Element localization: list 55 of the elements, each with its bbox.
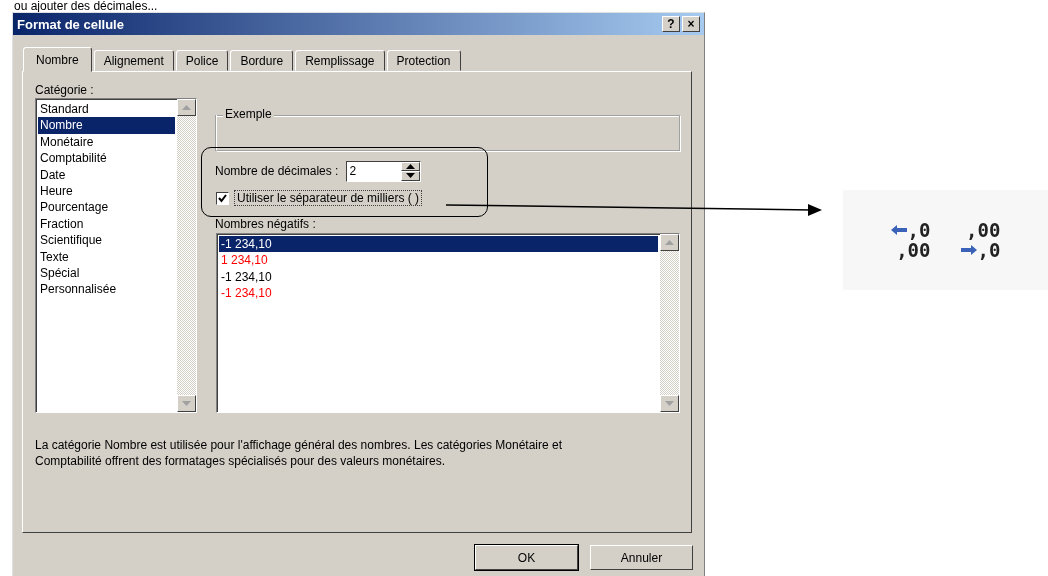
tab[interactable]: Protection (386, 50, 461, 71)
checkbox-label[interactable]: Utiliser le séparateur de milliers ( ) (234, 190, 423, 206)
decimals-label: Nombre de décimales : (215, 164, 339, 178)
category-item[interactable]: Spécial (38, 264, 175, 282)
decimals-value: 2 (348, 162, 358, 180)
cancel-button[interactable]: Annuler (590, 545, 693, 570)
category-item[interactable]: Personnalisée (38, 281, 175, 298)
scrollbar[interactable] (177, 99, 196, 412)
down-arrow-icon (665, 401, 674, 406)
decimals-spinner[interactable]: 2 (346, 160, 422, 182)
category-item[interactable]: Heure (38, 182, 175, 200)
tab[interactable]: Bordure (230, 50, 294, 71)
down-arrow-icon (182, 401, 191, 406)
close-button[interactable]: × (682, 16, 700, 32)
negative-number-item[interactable]: -1 234,10 (219, 236, 658, 253)
checkbox[interactable] (216, 191, 229, 205)
left-arrow-icon (890, 225, 907, 235)
category-item[interactable]: Nombre (38, 117, 175, 134)
scrollbar[interactable] (660, 234, 679, 412)
scroll-up-button[interactable] (660, 234, 679, 251)
up-arrow-icon (665, 240, 674, 245)
category-item[interactable]: Fraction (38, 215, 175, 233)
category-item[interactable]: Scientifique (38, 232, 175, 249)
up-arrow-icon (182, 105, 191, 110)
scroll-down-button[interactable] (177, 395, 196, 412)
negative-number-item[interactable]: -1 234,10 (219, 285, 658, 302)
category-item[interactable]: Pourcentage (38, 199, 175, 216)
right-arrow-icon (960, 245, 977, 255)
category-list[interactable]: Standard Nombre Monétaire Comptabilité Date Heure Pourcentage Fraction Scientifique Texte Spécial Personnalisée (35, 98, 197, 413)
tab[interactable]: Remplissage (295, 50, 385, 71)
category-label: Catégorie : (35, 82, 95, 99)
example-label: Exemple (223, 107, 274, 121)
caption-text: ou ajouter des décimales... (13, 0, 159, 12)
help-button[interactable]: ? (662, 16, 680, 32)
negative-number-item[interactable]: -1 234,10 (219, 268, 658, 286)
decrease-decimal-button[interactable]: ,00 ,0 (960, 220, 1001, 260)
scroll-up-button[interactable] (177, 99, 196, 116)
scroll-down-button[interactable] (660, 395, 679, 412)
ok-button[interactable]: OK (475, 545, 578, 570)
category-item[interactable]: Standard (38, 101, 175, 118)
negative-numbers-list[interactable]: -1 234,10 1 234,10 -1 234,10 -1 234,10 (216, 233, 680, 413)
description-text: La catégorie Nombre est utilisée pour l'affichage général des nombres. Les catégories Monétaire et Comptabilité offrent des formatages spécialisés pour des valeurs monétaires. (35, 437, 564, 469)
window-title: Format de cellule (17, 16, 124, 32)
down-arrow-icon[interactable] (406, 173, 416, 179)
category-item[interactable]: Monétaire (38, 133, 175, 151)
negative-numbers-label: Nombres négatifs : (215, 216, 317, 233)
tab[interactable]: Alignement (93, 50, 174, 71)
category-item[interactable]: Date (38, 166, 175, 183)
category-item[interactable]: Comptabilité (38, 150, 175, 167)
tab[interactable]: Police (175, 50, 229, 71)
up-arrow-icon[interactable] (406, 163, 416, 169)
category-item[interactable]: Texte (38, 248, 175, 265)
tab[interactable]: Nombre (23, 47, 92, 72)
negative-number-item[interactable]: 1 234,10 (219, 252, 658, 269)
increase-decimal-button[interactable]: ,0 ,00 (890, 220, 931, 260)
